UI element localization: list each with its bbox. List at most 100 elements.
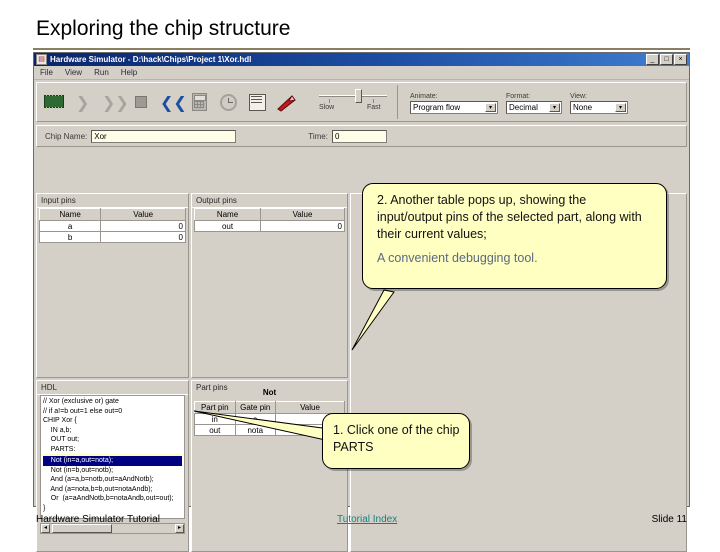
toolbar: ❯ ❯❯ ❮❮ Slow Fast Animate: Program flow … — [36, 82, 687, 122]
cell-pin-name: out — [194, 220, 261, 232]
hdl-line-selected[interactable]: Not (in=a,out=nota); — [43, 456, 182, 466]
menu-view[interactable]: View — [65, 68, 82, 77]
title-divider — [33, 48, 690, 50]
col-value: Value — [260, 208, 345, 221]
input-pins-title: Input pins — [41, 196, 76, 205]
col-name: Name — [194, 208, 261, 221]
slider-tick-left — [329, 99, 330, 103]
part-gate-name: Not — [262, 388, 277, 397]
hdl-line[interactable]: And (a=nota,b=b,out=notaAndb); — [43, 485, 182, 495]
clock-icon[interactable] — [218, 90, 240, 114]
callout-step2-body: 2. Another table pops up, showing the in… — [377, 193, 642, 241]
callout-step1-tail — [190, 405, 335, 455]
animate-label: Animate: — [410, 93, 438, 100]
format-combo-group: Format: Decimal ▾ — [506, 93, 562, 114]
time-input: 0 — [331, 129, 387, 143]
time-label: Time: — [308, 131, 328, 141]
window-title: Hardware Simulator - D:\hack\Chips\Proje… — [50, 55, 252, 64]
view-select[interactable]: None ▾ — [570, 101, 628, 114]
stop-icon[interactable] — [131, 90, 153, 114]
hdl-line: OUT out; — [43, 436, 80, 443]
menu-help[interactable]: Help — [121, 68, 137, 77]
hdl-line[interactable]: Or (a=aAndNotb,b=notaAndb,out=out); — [43, 494, 182, 504]
hdl-line: IN a,b; — [43, 426, 72, 434]
table-header-row: Name Value — [194, 208, 345, 221]
window-controls[interactable]: _ □ × — [646, 54, 687, 65]
slide-footer: Hardware Simulator Tutorial Tutorial Ind… — [0, 512, 720, 534]
table-row[interactable]: b 0 — [38, 231, 186, 243]
format-select[interactable]: Decimal ▾ — [506, 101, 562, 114]
col-value: Value — [100, 208, 186, 221]
speed-slider[interactable]: Slow Fast — [317, 86, 389, 118]
callout-step1-body: 1. Click one of the chip PARTS — [333, 423, 460, 454]
cell-pin-name: a — [38, 220, 102, 232]
chip-icon: ▤ — [36, 54, 47, 65]
hdl-line: PARTS: — [43, 445, 76, 453]
cell-pin-value[interactable]: 0 — [100, 220, 186, 232]
output-pins-pane: Output pins Name Value out 0 — [191, 193, 348, 378]
callout-step2: 2. Another table pops up, showing the in… — [362, 183, 667, 289]
toolbar-buttons: ❯ ❯❯ ❮❮ Slow Fast — [37, 86, 389, 118]
single-step-icon[interactable]: ❯ — [73, 90, 95, 114]
hdl-code-view[interactable]: // Xor (exclusive or) gate // if a!=b ou… — [40, 395, 185, 519]
chip-name-label: Chip Name: — [45, 131, 88, 141]
hdl-line[interactable]: Not (in=b,out=notb); — [43, 466, 182, 476]
hdl-line: CHIP Xor { — [43, 417, 77, 424]
slider-tick-right — [373, 99, 374, 103]
input-pins-table[interactable]: Name Value a 0 b 0 — [38, 208, 186, 243]
hdl-line[interactable]: And (a=a,b=notb,out=aAndNotb); — [43, 475, 182, 485]
fast-forward-icon[interactable]: ❯❯ — [102, 90, 129, 114]
col-name: Name — [38, 208, 102, 221]
window-titlebar: ▤ Hardware Simulator - D:\hack\Chips\Pro… — [34, 53, 689, 66]
toolbar-options: Animate: Program flow ▾ Format: Decimal … — [397, 85, 684, 119]
slide-number: Slide 11 — [651, 514, 687, 525]
footer-left-text: Hardware Simulator Tutorial — [36, 514, 160, 525]
chevron-down-icon[interactable]: ▾ — [485, 103, 496, 112]
page-title: Exploring the chip structure — [36, 17, 291, 40]
callout-step1: 1. Click one of the chip PARTS — [322, 413, 470, 469]
chip-icon[interactable] — [44, 90, 66, 114]
cell-pin-value: 0 — [260, 220, 345, 232]
output-pins-table[interactable]: Name Value out 0 — [194, 208, 345, 232]
table-row[interactable]: out 0 — [194, 220, 345, 232]
callout-step2-note: A convenient debugging tool. — [377, 251, 538, 265]
chevron-down-icon[interactable]: ▾ — [549, 103, 560, 112]
callout-step2-tail — [350, 280, 420, 360]
hdl-line: // Xor (exclusive or) gate — [43, 398, 119, 405]
slider-max-label: Fast — [367, 104, 381, 111]
close-button[interactable]: × — [674, 54, 687, 65]
chip-name-input[interactable]: Xor — [91, 129, 237, 143]
tutorial-index-link[interactable]: Tutorial Index — [337, 514, 397, 525]
script-icon[interactable] — [247, 90, 269, 114]
chip-name-bar: Chip Name: Xor Time: 0 — [36, 125, 687, 147]
input-pins-pane: Input pins Name Value a 0 b 0 — [36, 193, 189, 378]
output-pins-title: Output pins — [196, 196, 237, 205]
flag-icon[interactable] — [276, 90, 298, 114]
format-label: Format: — [506, 93, 531, 100]
format-value: Decimal — [509, 103, 538, 112]
hdl-line: // if a!=b out=1 else out=0 — [43, 407, 123, 415]
input-pins-table-wrap: Name Value a 0 b 0 — [38, 208, 186, 243]
part-pins-header: Part pins Not — [192, 381, 347, 401]
slider-track — [319, 95, 387, 97]
slider-thumb[interactable] — [355, 89, 362, 103]
menu-file[interactable]: File — [40, 68, 53, 77]
output-pins-table-wrap: Name Value out 0 — [194, 208, 345, 232]
animate-combo-group: Animate: Program flow ▾ — [410, 93, 498, 114]
view-value: None — [573, 103, 593, 112]
view-label: View: — [570, 93, 587, 100]
rewind-icon[interactable]: ❮❮ — [160, 90, 187, 114]
menubar: File View Run Help — [34, 66, 689, 80]
cell-pin-name: b — [38, 231, 102, 243]
chevron-down-icon[interactable]: ▾ — [615, 103, 626, 112]
cell-pin-value[interactable]: 0 — [100, 231, 186, 243]
animate-select[interactable]: Program flow ▾ — [410, 101, 498, 114]
calculator-icon[interactable] — [189, 90, 211, 114]
table-row[interactable]: a 0 — [38, 220, 186, 232]
animate-value: Program flow — [413, 103, 461, 112]
view-combo-group: View: None ▾ — [570, 93, 628, 114]
maximize-button[interactable]: □ — [660, 54, 673, 65]
menu-run[interactable]: Run — [94, 68, 109, 77]
minimize-button[interactable]: _ — [646, 54, 659, 65]
table-header-row: Name Value — [38, 208, 186, 221]
